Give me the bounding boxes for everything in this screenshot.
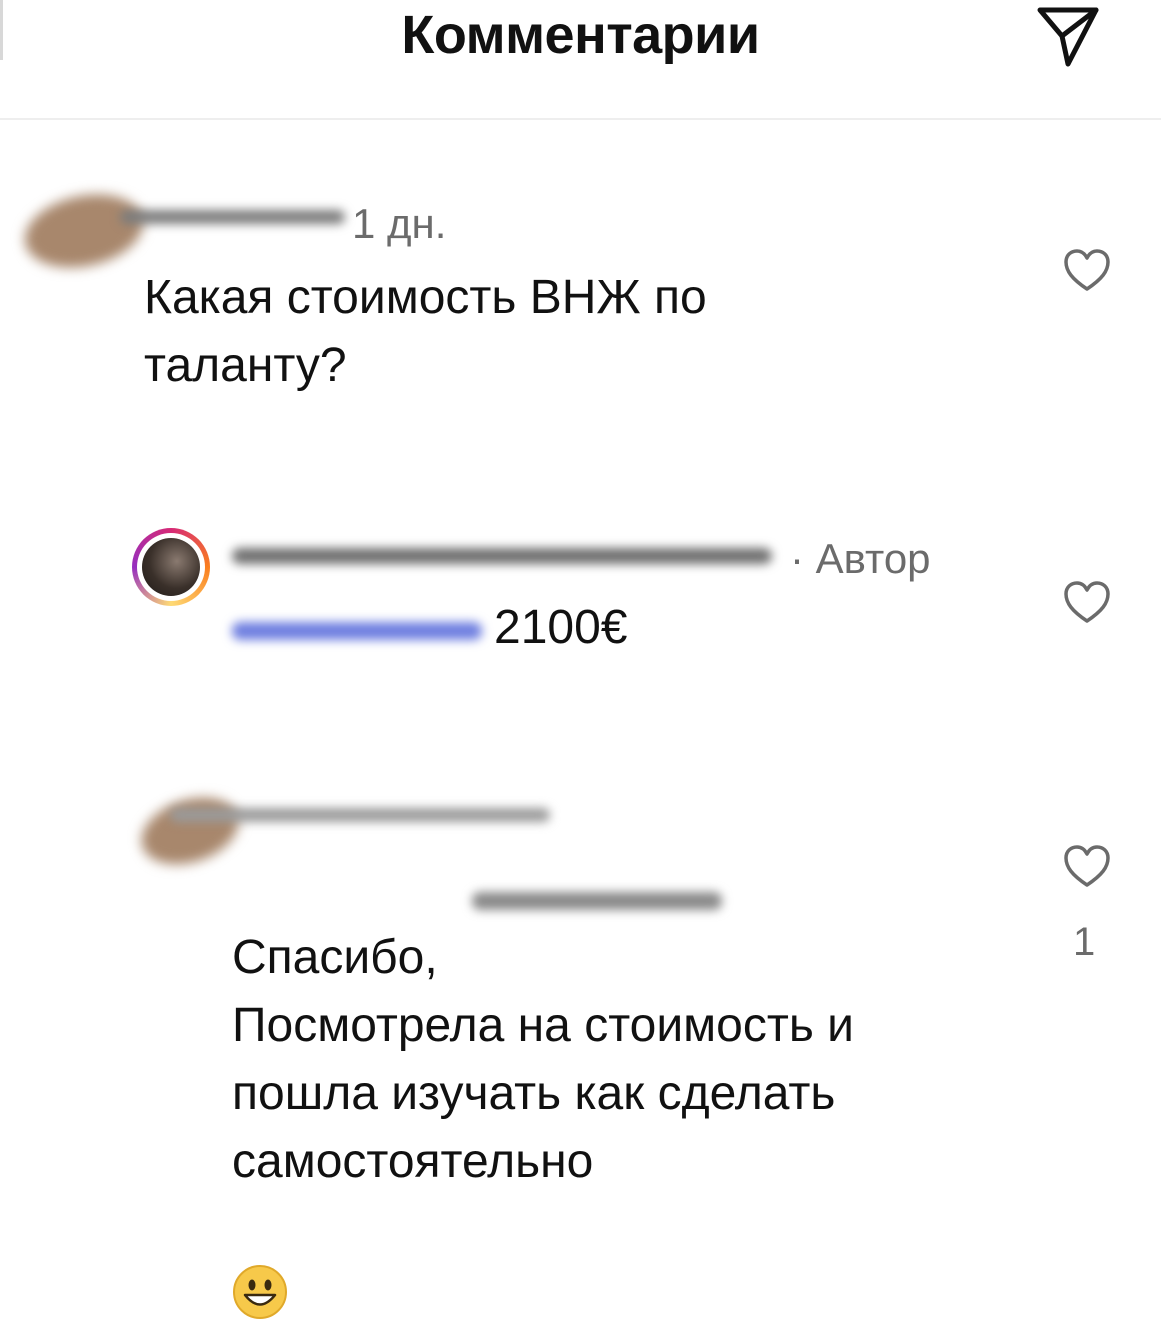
heart-outline-icon (1064, 581, 1110, 623)
username-redacted[interactable] (232, 548, 772, 564)
comments-header: Комментарии (0, 0, 1161, 120)
author-badge: · Автор (790, 535, 931, 582)
like-button[interactable] (1062, 844, 1112, 890)
like-button[interactable] (1062, 248, 1112, 294)
comment-text: Посмотрела на стоимость и пошла изучать … (232, 924, 1052, 1339)
avatar[interactable] (132, 528, 210, 606)
username-redacted[interactable] (120, 210, 345, 224)
avatar[interactable] (18, 184, 150, 278)
heart-outline-icon (1064, 845, 1110, 887)
comment-text: Какая стоимость ВНЖ по таланту? (144, 271, 707, 392)
mention-redacted[interactable] (232, 622, 482, 640)
comment-body-text: Посмотрела на стоимость и пошла изучать … (232, 999, 854, 1188)
share-button[interactable] (1032, 2, 1104, 72)
like-button[interactable] (1062, 580, 1112, 626)
send-paper-plane-icon (1037, 7, 1099, 67)
mention-redacted[interactable] (472, 892, 722, 910)
comment-text: 2100€ (494, 601, 628, 654)
avatar[interactable] (132, 786, 248, 876)
heart-outline-icon (1064, 249, 1110, 291)
page-title: Комментарии (401, 5, 760, 65)
username-redacted[interactable] (170, 808, 550, 822)
like-count: 1 (1073, 920, 1096, 964)
smiling-face-emoji-icon (232, 1196, 288, 1339)
comment-timestamp: 1 дн. (352, 200, 447, 247)
avatar-photo (142, 538, 200, 596)
